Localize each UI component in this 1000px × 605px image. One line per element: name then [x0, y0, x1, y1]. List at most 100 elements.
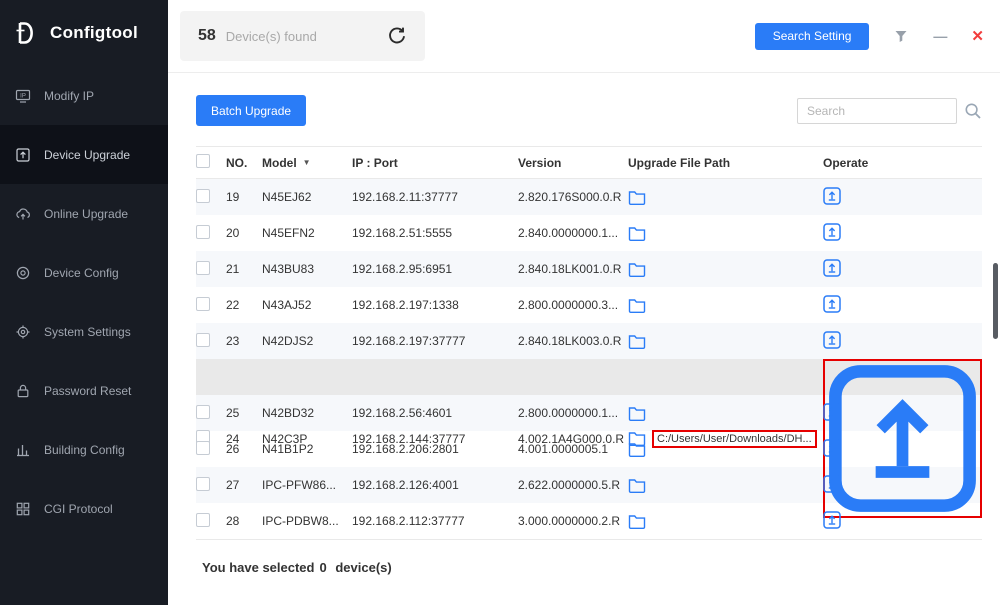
refresh-icon[interactable] [387, 26, 407, 46]
folder-icon[interactable] [628, 298, 646, 313]
topbar: 58 Device(s) found Search Setting — ✕ [168, 0, 1000, 73]
row-checkbox-cell [196, 333, 226, 350]
header-model: Model ▼ [262, 156, 352, 170]
row-model: N41B1P2 [262, 442, 352, 456]
upload-icon[interactable] [823, 475, 841, 493]
select-all-checkbox[interactable] [196, 154, 210, 168]
main-area: 58 Device(s) found Search Setting — ✕ Ba… [168, 0, 1000, 605]
upgrade-file-path-cell [628, 226, 823, 241]
folder-icon[interactable] [628, 190, 646, 205]
row-ip-port: 192.168.2.51:5555 [352, 226, 518, 240]
folder-icon[interactable] [628, 334, 646, 349]
folder-icon[interactable] [628, 442, 646, 457]
operate-cell [823, 511, 982, 532]
sidebar-item-label: CGI Protocol [44, 502, 113, 516]
row-no: 20 [226, 226, 262, 240]
row-checkbox[interactable] [196, 225, 210, 239]
content: Batch Upgrade NO. Model ▼ IP : Port [168, 73, 1000, 605]
search-icon[interactable] [964, 102, 982, 120]
row-checkbox[interactable] [196, 189, 210, 203]
row-version: 2.820.176S000.0.R [518, 190, 628, 204]
modify-ip-icon: IP [15, 88, 31, 104]
sidebar-nav: IPModify IP Device Upgrade Online Upgrade D… [0, 66, 168, 538]
upgrade-file-path-cell [628, 514, 823, 529]
row-checkbox[interactable] [196, 477, 210, 491]
folder-icon[interactable] [628, 406, 646, 421]
row-ip-port: 192.168.2.206:2801 [352, 442, 518, 456]
selected-suffix: device(s) [335, 560, 391, 575]
search-area [797, 98, 982, 124]
table-row: 20N45EFN2192.168.2.51:55552.840.0000000.… [196, 215, 982, 251]
row-checkbox[interactable] [196, 297, 210, 311]
upgrade-file-path-cell [628, 298, 823, 313]
upgrade-file-path-cell [628, 442, 823, 457]
close-button[interactable]: ✕ [971, 29, 984, 44]
table-row: 22N43AJ52192.168.2.197:13382.800.0000000… [196, 287, 982, 323]
row-ip-port: 192.168.2.95:6951 [352, 262, 518, 276]
upload-icon[interactable] [823, 295, 841, 313]
row-model: N45EJ62 [262, 190, 352, 204]
sidebar-item-online-upgrade[interactable]: Online Upgrade [0, 184, 168, 243]
row-checkbox[interactable] [196, 405, 210, 419]
row-checkbox[interactable] [196, 333, 210, 347]
row-checkbox-cell [196, 225, 226, 242]
table-row: 23N42DJS2192.168.2.197:377772.840.18LK00… [196, 323, 982, 359]
table-row: 21N43BU83192.168.2.95:69512.840.18LK001.… [196, 251, 982, 287]
minimize-button[interactable]: — [933, 29, 947, 43]
filter-icon[interactable] [893, 28, 909, 44]
folder-icon[interactable] [628, 262, 646, 277]
sidebar-item-cgi-protocol[interactable]: CGI Protocol [0, 479, 168, 538]
sidebar: Configtool IPModify IPDevice UpgradeOnli… [0, 0, 168, 605]
table-header-row: NO. Model ▼ IP : Port Version Upgrade Fi… [196, 146, 982, 179]
online-upgrade-icon [15, 206, 31, 222]
sidebar-item-system-settings[interactable]: System Settings [0, 302, 168, 361]
device-count: 58 [198, 27, 216, 45]
upgrade-file-path-cell [628, 262, 823, 277]
cgi-protocol-icon [15, 501, 31, 517]
batch-upgrade-button[interactable]: Batch Upgrade [196, 95, 306, 126]
upgrade-file-path-cell [628, 334, 823, 349]
operate-cell [823, 295, 982, 316]
row-ip-port: 192.168.2.197:37777 [352, 334, 518, 348]
device-table: NO. Model ▼ IP : Port Version Upgrade Fi… [196, 146, 982, 575]
header-upgrade-file-path: Upgrade File Path [628, 156, 823, 170]
row-checkbox[interactable] [196, 261, 210, 275]
upload-icon[interactable] [823, 331, 841, 349]
row-checkbox-cell [196, 513, 226, 530]
upload-icon[interactable] [823, 187, 841, 205]
sidebar-item-label: System Settings [44, 325, 131, 339]
upload-icon[interactable] [823, 439, 841, 457]
window-controls: Search Setting — ✕ [755, 23, 984, 50]
row-model: N43AJ52 [262, 298, 352, 312]
row-no: 25 [226, 406, 262, 420]
sidebar-item-label: Online Upgrade [44, 207, 128, 221]
row-no: 28 [226, 514, 262, 528]
sidebar-item-building-config[interactable]: Building Config [0, 420, 168, 479]
folder-icon[interactable] [628, 514, 646, 529]
sidebar-item-device-upgrade[interactable]: Device Upgrade [0, 125, 168, 184]
row-version: 3.000.0000000.2.R [518, 514, 628, 528]
upload-icon[interactable] [823, 403, 841, 421]
upload-icon[interactable] [823, 511, 841, 529]
row-checkbox[interactable] [196, 513, 210, 527]
model-sort-icon[interactable]: ▼ [303, 158, 311, 167]
sidebar-item-label: Device Upgrade [44, 148, 130, 162]
row-checkbox[interactable] [196, 441, 210, 455]
folder-icon[interactable] [628, 478, 646, 493]
upload-icon[interactable] [823, 223, 841, 241]
row-model: N42BD32 [262, 406, 352, 420]
upload-icon[interactable] [823, 259, 841, 277]
row-version: 2.840.18LK001.0.R [518, 262, 628, 276]
row-version: 2.840.18LK003.0.R [518, 334, 628, 348]
search-input[interactable] [797, 98, 957, 124]
folder-icon[interactable] [628, 226, 646, 241]
sidebar-item-modify-ip[interactable]: IPModify IP [0, 66, 168, 125]
operate-cell [823, 403, 982, 424]
upgrade-file-path-cell [628, 406, 823, 421]
sidebar-item-label: Device Config [44, 266, 119, 280]
vertical-scrollbar[interactable] [993, 263, 998, 339]
sidebar-item-password-reset[interactable]: Password Reset [0, 361, 168, 420]
sidebar-item-device-config[interactable]: Device Config [0, 243, 168, 302]
search-setting-button[interactable]: Search Setting [755, 23, 870, 50]
logo-icon [14, 20, 40, 46]
